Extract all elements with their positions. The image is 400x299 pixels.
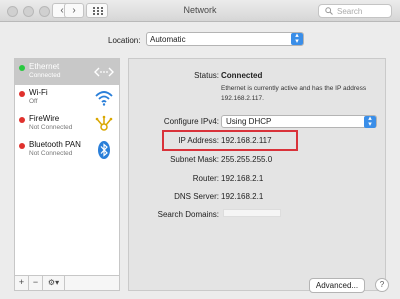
select-stepper-icon: ▴ ▾ — [364, 115, 376, 128]
gear-menu-button[interactable]: ⚙▾ — [43, 276, 65, 290]
add-service-button[interactable]: + — [15, 276, 29, 290]
search-placeholder: Search — [337, 6, 363, 16]
bluetooth-icon — [98, 141, 110, 159]
service-list-toolbar: + − ⚙▾ — [14, 276, 120, 291]
configure-ipv4-label: Configure IPv4: — [163, 117, 219, 126]
location-select[interactable]: Automatic ▴ ▾ — [146, 32, 304, 46]
service-detail-panel: Status: Connected Ethernet is currently … — [128, 58, 389, 293]
subnet-mask-label: Subnet Mask: — [170, 155, 219, 164]
status-dot — [19, 117, 25, 123]
status-dot — [19, 65, 25, 71]
select-stepper-icon: ▴ ▾ — [291, 32, 303, 45]
subnet-mask-value: 255.255.255.0 — [221, 155, 273, 164]
location-label: Location: — [108, 36, 141, 45]
service-list: Ethernet Connected Wi-Fi Off FireWire No… — [14, 58, 120, 276]
network-window: ‹ › Network Search Location: Automatic ▴… — [0, 0, 400, 299]
service-item-wifi[interactable]: Wi-Fi Off — [15, 85, 119, 111]
dns-server-value: 192.168.2.1 — [221, 192, 264, 201]
search-field[interactable]: Search — [318, 4, 392, 18]
router-label: Router: — [192, 174, 219, 183]
ethernet-arrows-icon — [94, 67, 114, 77]
status-value: Connected — [221, 71, 263, 80]
remove-service-button[interactable]: − — [29, 276, 43, 290]
status-dot — [19, 143, 25, 149]
ip-address-label: IP Address: — [178, 136, 219, 145]
service-name: FireWire — [29, 114, 60, 123]
status-description: Ethernet is currently active and has the… — [221, 85, 367, 102]
configure-ipv4-value: Using DHCP — [226, 117, 272, 126]
status-dot — [19, 91, 25, 97]
router-value: 192.168.2.1 — [221, 174, 264, 183]
dns-server-label: DNS Server: — [174, 192, 219, 201]
service-status: Off — [29, 98, 38, 105]
location-value: Automatic — [150, 35, 186, 44]
service-item-bluetooth-pan[interactable]: Bluetooth PAN Not Connected — [15, 137, 119, 163]
advanced-button[interactable]: Advanced... — [309, 278, 365, 293]
service-name: Bluetooth PAN — [29, 140, 81, 149]
firewire-icon — [95, 115, 113, 131]
ip-address-value: 192.168.2.117 — [221, 136, 272, 145]
service-name: Wi-Fi — [29, 88, 48, 97]
service-status: Connected — [29, 72, 61, 79]
search-domains-redacted-value — [223, 209, 281, 217]
search-domains-label: Search Domains: — [157, 210, 219, 219]
service-status: Not Connected — [29, 150, 73, 157]
wifi-icon — [95, 91, 113, 106]
service-status: Not Connected — [29, 124, 73, 131]
title-bar: ‹ › Network Search — [0, 0, 400, 22]
service-item-ethernet[interactable]: Ethernet Connected — [15, 59, 119, 85]
help-button[interactable]: ? — [375, 278, 389, 292]
status-label: Status: — [194, 71, 219, 80]
service-name: Ethernet — [29, 62, 60, 71]
configure-ipv4-select[interactable]: Using DHCP ▴ ▾ — [221, 115, 377, 128]
search-icon — [325, 7, 333, 15]
service-item-firewire[interactable]: FireWire Not Connected — [15, 111, 119, 137]
